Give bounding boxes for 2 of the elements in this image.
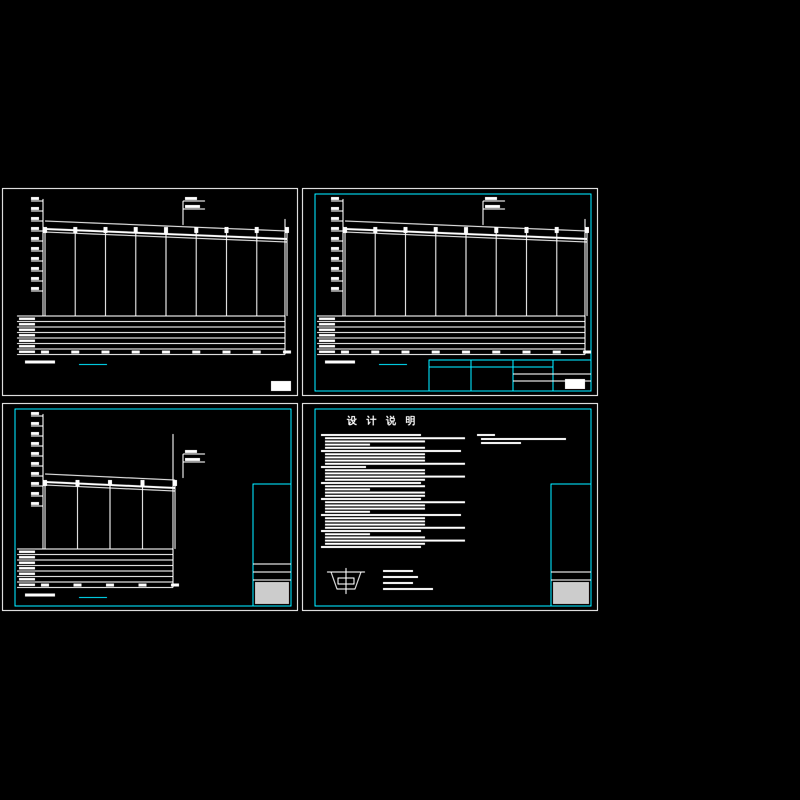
- title-stamp-drawing: [271, 381, 291, 391]
- notes-title: 设 计 说 明: [347, 414, 418, 428]
